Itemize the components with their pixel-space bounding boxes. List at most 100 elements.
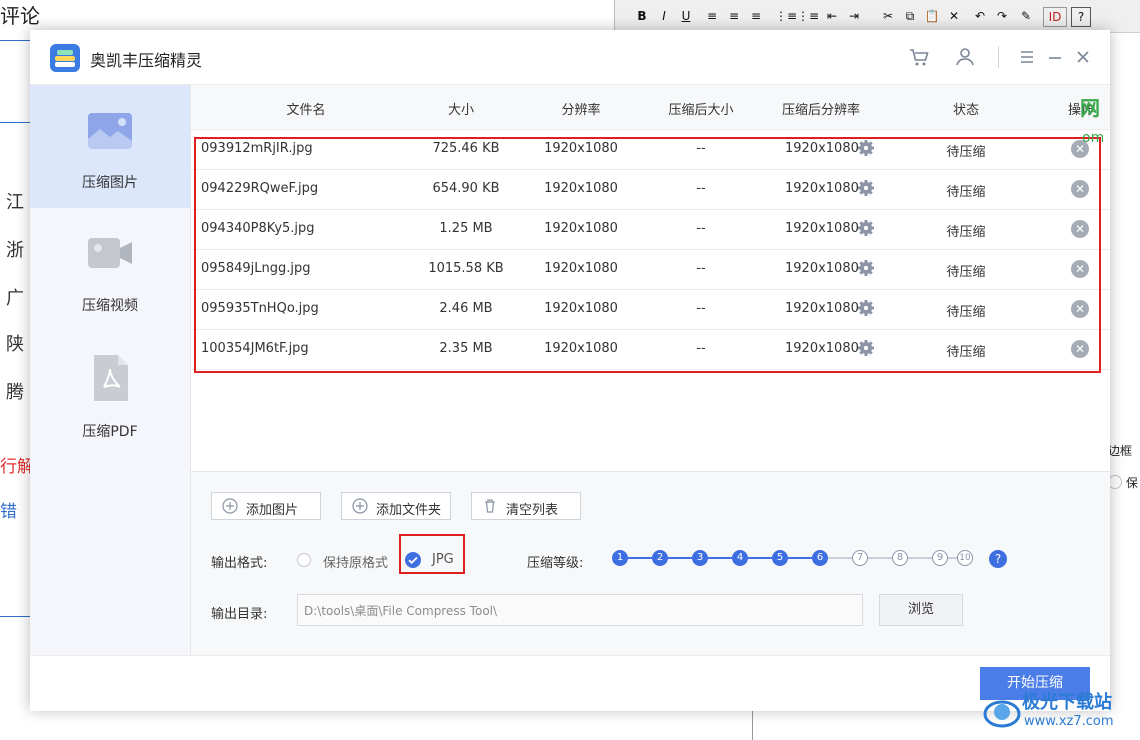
compressed-resolution: 1920x1080: [785, 261, 859, 276]
background-side-label: 边框: [1108, 444, 1133, 458]
file-size: 2.35 MB: [439, 341, 493, 356]
level-3[interactable]: 3: [692, 550, 708, 566]
gear-icon[interactable]: [857, 219, 875, 237]
underline-icon[interactable]: U: [677, 7, 695, 25]
help-icon[interactable]: ?: [1071, 7, 1091, 27]
table-row[interactable]: 093912mRjIR.jpg 725.46 KB 1920x1080 -- 1…: [191, 129, 1110, 170]
minimize-icon[interactable]: [1044, 46, 1066, 68]
user-icon[interactable]: [954, 46, 976, 68]
level-6[interactable]: 6: [812, 550, 828, 566]
background-list-item: 广: [6, 288, 24, 309]
sidebar-item-compress-video[interactable]: 压缩视频: [30, 208, 190, 331]
background-list-item: 浙: [6, 240, 24, 261]
level-4[interactable]: 4: [732, 550, 748, 566]
compressed-size: --: [696, 341, 706, 356]
remove-row-icon[interactable]: ✕: [1071, 300, 1089, 318]
level-9[interactable]: 9: [932, 550, 948, 566]
align-right-icon[interactable]: ≡: [747, 7, 765, 25]
outdent-icon[interactable]: ⇤: [823, 7, 841, 25]
close-icon[interactable]: [1072, 46, 1094, 68]
table-row[interactable]: 094229RQweF.jpg 654.90 KB 1920x1080 -- 1…: [191, 169, 1110, 210]
remove-row-icon[interactable]: ✕: [1071, 260, 1089, 278]
level-8[interactable]: 8: [892, 550, 908, 566]
gear-icon[interactable]: [857, 299, 875, 317]
italic-icon[interactable]: I: [655, 7, 673, 25]
file-size: 1.25 MB: [439, 221, 493, 236]
table-row[interactable]: 100354JM6tF.jpg 2.35 MB 1920x1080 -- 192…: [191, 329, 1110, 370]
clear-list-label: 清空列表: [506, 503, 559, 518]
add-folder-button[interactable]: 添加文件夹: [341, 492, 451, 520]
remove-row-icon[interactable]: ✕: [1071, 180, 1089, 198]
column-header-size: 大小: [447, 103, 474, 118]
undo-icon[interactable]: ↶: [971, 7, 989, 25]
column-header-filename: 文件名: [286, 103, 326, 118]
background-editor-toolbar: B I U ≡ ≡ ≡ ⋮≡ ⋮≡ ⇤ ⇥ ✂ ⧉ 📋 ✕ ↶ ↷ ✎ ID ?: [614, 0, 1140, 33]
level-2[interactable]: 2: [652, 550, 668, 566]
delete-icon[interactable]: ✕: [945, 7, 963, 25]
app-title: 奥凯丰压缩精灵: [90, 51, 203, 70]
compressed-resolution: 1920x1080: [785, 301, 859, 316]
compressed-size: --: [696, 221, 706, 236]
watermark-fragment: 网: [1080, 96, 1100, 120]
table-row[interactable]: 095849jLngg.jpg 1015.58 KB 1920x1080 -- …: [191, 249, 1110, 290]
column-header-compressed-size: 压缩后大小: [668, 103, 734, 118]
bold-icon[interactable]: B: [633, 7, 651, 25]
gear-icon[interactable]: [857, 179, 875, 197]
browse-button[interactable]: 浏览: [879, 594, 963, 626]
file-name: 095849jLngg.jpg: [201, 261, 311, 276]
background-side-label-text: 保: [1125, 476, 1138, 490]
align-left-icon[interactable]: ≡: [703, 7, 721, 25]
sidebar-item-label: 压缩PDF: [82, 424, 138, 440]
dialog-footer: 开始压缩: [30, 655, 1110, 711]
sidebar-item-compress-image[interactable]: 压缩图片: [30, 85, 190, 208]
output-dir-label: 输出目录:: [211, 607, 268, 622]
unordered-list-icon[interactable]: ⋮≡: [797, 7, 819, 25]
keep-format-radio[interactable]: [297, 553, 311, 567]
sidebar-item-compress-pdf[interactable]: 压缩PDF: [30, 331, 190, 454]
jpg-radio[interactable]: [405, 552, 421, 568]
watermark-url: www.xz7.com: [1024, 714, 1114, 729]
align-center-icon[interactable]: ≡: [725, 7, 743, 25]
background-radio[interactable]: [1108, 475, 1122, 489]
compressed-resolution: 1920x1080: [785, 221, 859, 236]
id-icon[interactable]: ID: [1043, 7, 1067, 27]
compressed-size: --: [696, 301, 706, 316]
level-10[interactable]: 10: [957, 550, 973, 566]
file-size: 1015.58 KB: [428, 261, 504, 276]
ordered-list-icon[interactable]: ⋮≡: [775, 7, 797, 25]
table-row[interactable]: 094340P8Ky5.jpg 1.25 MB 1920x1080 -- 192…: [191, 209, 1110, 250]
gear-icon[interactable]: [857, 259, 875, 277]
gear-icon[interactable]: [857, 139, 875, 157]
indent-icon[interactable]: ⇥: [845, 7, 863, 25]
column-header-resolution: 分辨率: [561, 103, 601, 118]
plus-circle-icon: [352, 498, 368, 514]
background-divider: [0, 616, 30, 617]
file-name: 100354JM6tF.jpg: [201, 341, 309, 356]
app-logo-icon: [50, 44, 80, 72]
compressed-resolution: 1920x1080: [785, 141, 859, 156]
background-divider: [0, 40, 30, 41]
add-images-button[interactable]: 添加图片: [211, 492, 321, 520]
add-images-label: 添加图片: [246, 503, 299, 518]
background-list-item: 江: [6, 192, 24, 213]
paste-icon[interactable]: 📋: [923, 7, 941, 25]
remove-row-icon[interactable]: ✕: [1071, 340, 1089, 358]
gear-icon[interactable]: [857, 339, 875, 357]
watermark-icon: [983, 700, 1021, 728]
table-row[interactable]: 095935TnHQo.jpg 2.46 MB 1920x1080 -- 192…: [191, 289, 1110, 330]
redo-icon[interactable]: ↷: [993, 7, 1011, 25]
level-1[interactable]: 1: [612, 550, 628, 566]
remove-row-icon[interactable]: ✕: [1071, 220, 1089, 238]
copy-icon[interactable]: ⧉: [901, 7, 919, 25]
cart-icon[interactable]: [908, 46, 930, 68]
help-icon[interactable]: ?: [989, 550, 1007, 568]
watermark-fragment: om: [1082, 130, 1105, 146]
level-7[interactable]: 7: [852, 550, 868, 566]
level-5[interactable]: 5: [772, 550, 788, 566]
background-list-item: 腾: [6, 382, 24, 403]
clear-list-button[interactable]: 清空列表: [471, 492, 581, 520]
output-dir-field[interactable]: D:\tools\桌面\File Compress Tool\: [297, 594, 863, 626]
edit-icon[interactable]: ✎: [1017, 7, 1035, 25]
cut-icon[interactable]: ✂: [879, 7, 897, 25]
menu-icon[interactable]: [1016, 46, 1038, 68]
